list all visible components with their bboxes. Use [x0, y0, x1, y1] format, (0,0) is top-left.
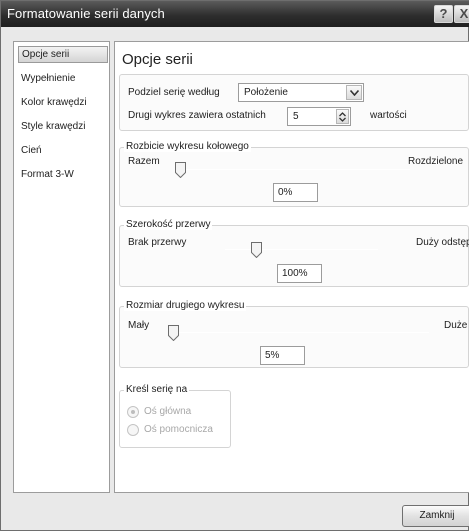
close-button[interactable]: Zamknij: [402, 505, 469, 527]
gap-value-field[interactable]: 100%: [277, 264, 322, 283]
explosion-min-label: Razem: [128, 156, 160, 167]
gap-width-group: Szerokość przerwy Brak przerwy Duży odst…: [119, 219, 469, 287]
sidebar-item-fill[interactable]: Wypełnienie: [18, 70, 108, 87]
close-icon: X: [459, 6, 469, 21]
second-plot-size-legend: Rozmiar drugiego wykresu: [124, 300, 247, 311]
pie-explosion-group: Rozbicie wykresu kołowego Razem Rozdziel…: [119, 141, 469, 207]
second-plot-label: Drugi wykres zawiera ostatnich: [128, 110, 266, 121]
size-slider-thumb[interactable]: [168, 325, 179, 341]
second-plot-size-group: Rozmiar drugiego wykresu Mały Duże 5%: [119, 300, 469, 368]
sidebar-item-shadow[interactable]: Cień: [18, 142, 108, 159]
gap-min-label: Brak przerwy: [128, 237, 187, 248]
sidebar-item-label: Kolor krawędzi: [21, 97, 87, 108]
primary-axis-radio[interactable]: [127, 406, 139, 418]
title-bar[interactable]: Formatowanie serii danych ? X: [1, 1, 469, 27]
second-plot-values-value: 5: [293, 111, 299, 122]
size-max-label: Duże: [444, 320, 468, 331]
sidebar-item-label: Opcje serii: [22, 49, 70, 60]
chevron-down-icon[interactable]: [346, 85, 362, 100]
options-panel: Opcje serii Podziel serię według Położen…: [114, 41, 469, 493]
sidebar-item-label: Format 3-W: [21, 169, 74, 180]
explosion-slider-thumb[interactable]: [175, 162, 186, 178]
sidebar-item-3d-format[interactable]: Format 3-W: [18, 166, 108, 183]
explosion-value-field[interactable]: 0%: [273, 183, 318, 202]
category-sidebar: Opcje serii Wypełnienie Kolor krawędzi S…: [13, 41, 110, 493]
close-window-button[interactable]: X: [454, 5, 469, 23]
primary-axis-label: Oś główna: [144, 406, 192, 417]
pie-explosion-legend: Rozbicie wykresu kołowego: [124, 141, 251, 152]
second-plot-values-stepper[interactable]: 5: [287, 107, 351, 126]
second-plot-unit: wartości: [370, 110, 407, 121]
panel-title: Opcje serii: [122, 51, 193, 68]
help-button[interactable]: ?: [434, 5, 453, 23]
gap-slider-track[interactable]: [225, 249, 378, 250]
split-by-select[interactable]: Położenie: [238, 83, 364, 102]
split-series-group: Podziel serię według Położenie Drugi wyk…: [119, 74, 469, 131]
size-min-label: Mały: [128, 320, 150, 331]
split-by-value: Położenie: [244, 87, 288, 98]
plot-series-on-group: Kreśl serię na Oś główna Oś pomocnicza: [119, 384, 231, 448]
gap-slider-thumb[interactable]: [250, 242, 262, 258]
sidebar-item-label: Wypełnienie: [21, 73, 76, 84]
sidebar-item-series-options[interactable]: Opcje serii: [18, 46, 108, 63]
sidebar-item-label: Style krawędzi: [21, 121, 86, 132]
explosion-max-label: Rozdzielone: [408, 156, 464, 167]
sidebar-item-border-styles[interactable]: Style krawędzi: [18, 118, 108, 135]
gap-max-label: Duży odstęp: [416, 237, 469, 248]
window-title: Formatowanie serii danych: [7, 6, 165, 21]
spinner-arrows-icon[interactable]: [336, 109, 349, 124]
secondary-axis-radio[interactable]: [127, 424, 139, 436]
size-value-field[interactable]: 5%: [260, 346, 305, 365]
dialog-window: Formatowanie serii danych ? X Opcje seri…: [0, 0, 469, 531]
gap-width-legend: Szerokość przerwy: [124, 219, 213, 230]
split-by-label: Podziel serię według: [128, 87, 220, 98]
size-slider-track[interactable]: [173, 332, 429, 333]
sidebar-item-label: Cień: [21, 145, 42, 156]
sidebar-item-border-color[interactable]: Kolor krawędzi: [18, 94, 108, 111]
help-icon: ?: [439, 6, 448, 21]
plot-series-on-legend: Kreśl serię na: [124, 384, 190, 395]
secondary-axis-label: Oś pomocnicza: [144, 424, 213, 435]
explosion-slider-track[interactable]: [180, 169, 410, 170]
radio-selected-dot: [131, 410, 135, 414]
